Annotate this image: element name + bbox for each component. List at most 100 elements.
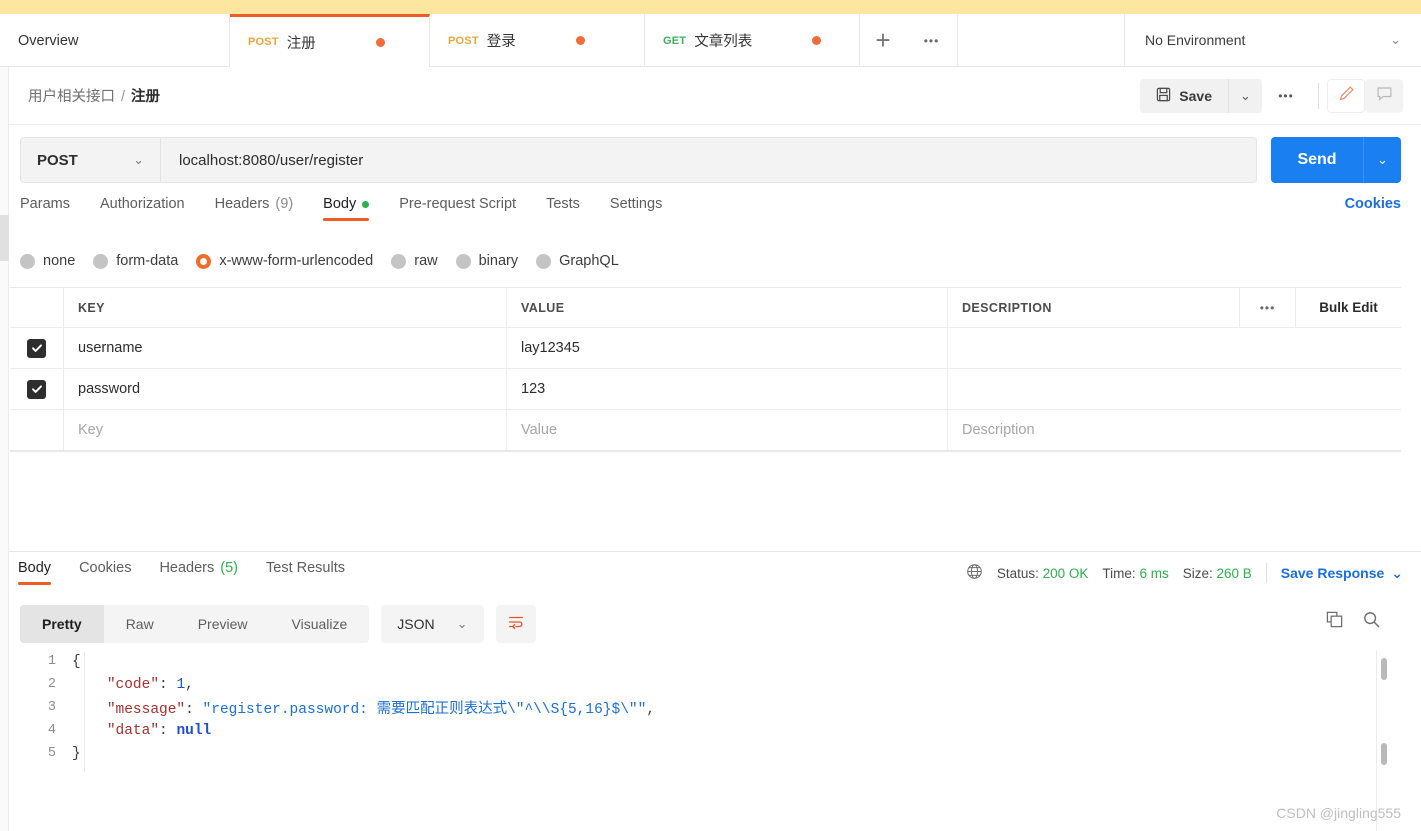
table-row[interactable]: username lay12345 xyxy=(10,328,1401,369)
response-tab-headers-count: (5) xyxy=(220,560,238,576)
code-token: { xyxy=(72,653,81,670)
request-tab-headers[interactable]: Headers (9) xyxy=(215,196,294,221)
response-tab-cookies-label: Cookies xyxy=(79,560,132,576)
line-number: 2 xyxy=(47,677,56,692)
wrap-lines-button[interactable] xyxy=(495,605,536,643)
breadcrumb-parent[interactable]: 用户相关接口 xyxy=(28,89,115,105)
view-mode-raw[interactable]: Raw xyxy=(104,605,176,643)
url-input[interactable]: localhost:8080/user/register xyxy=(160,137,1257,183)
http-method-selector[interactable]: POST ⌄ xyxy=(20,137,160,183)
row-checkbox-cell xyxy=(10,328,64,368)
code-token: null xyxy=(176,722,212,739)
line-number: 1 xyxy=(47,654,56,669)
request-tab-body[interactable]: Body xyxy=(323,196,370,221)
request-tab-tests[interactable]: Tests xyxy=(546,196,580,221)
body-type-raw-label: raw xyxy=(414,253,438,269)
view-mode-pretty[interactable]: Pretty xyxy=(20,605,104,643)
sidebar-scrollbar-thumb[interactable] xyxy=(0,215,9,261)
save-response-button[interactable]: Save Response ⌄ xyxy=(1281,565,1403,582)
code-text: { xyxy=(72,654,81,670)
tab-article-list[interactable]: GET 文章列表 xyxy=(645,14,860,67)
breadcrumb-separator: / xyxy=(121,89,126,105)
response-body-code[interactable]: 1 { 2 "code": 1, 3 "message": "register.… xyxy=(0,650,1421,831)
body-type-binary[interactable]: binary xyxy=(455,253,518,269)
row-description-cell[interactable] xyxy=(948,369,1401,409)
response-format-selector[interactable]: JSON ⌄ xyxy=(381,605,484,643)
body-type-graphql[interactable]: GraphQL xyxy=(536,253,619,269)
code-line: 1 { xyxy=(0,650,1421,673)
response-tab-headers[interactable]: Headers (5) xyxy=(159,560,238,585)
copy-button[interactable] xyxy=(1325,610,1344,634)
code-text: } xyxy=(72,746,81,762)
radio-icon xyxy=(93,253,109,269)
request-tab-settings-label: Settings xyxy=(609,196,663,212)
row-description-cell[interactable] xyxy=(948,328,1401,368)
table-header-row: KEY VALUE DESCRIPTION ••• Bulk Edit xyxy=(10,288,1401,328)
tab-register[interactable]: POST 注册 xyxy=(230,14,430,68)
response-scrollbar-thumb[interactable] xyxy=(1381,658,1387,680)
status-value: 200 OK xyxy=(1042,565,1089,581)
body-type-raw[interactable]: raw xyxy=(391,253,438,269)
environment-selector[interactable]: No Environment ⌄ xyxy=(1125,14,1421,66)
search-button[interactable] xyxy=(1362,610,1381,634)
body-type-form-data[interactable]: form-data xyxy=(93,253,178,269)
line-number: 5 xyxy=(47,746,56,761)
request-tab-settings[interactable]: Settings xyxy=(610,196,662,221)
time-value: 6 ms xyxy=(1139,565,1169,581)
send-options-button[interactable]: ⌄ xyxy=(1363,137,1401,183)
body-params-table: KEY VALUE DESCRIPTION ••• Bulk Edit user… xyxy=(10,287,1401,452)
row-checkbox-checked[interactable] xyxy=(27,338,46,358)
row-value-cell[interactable]: 123 xyxy=(507,369,948,409)
row-value-cell[interactable]: lay12345 xyxy=(507,328,948,368)
comments-button[interactable] xyxy=(1365,78,1403,113)
view-mode-visualize[interactable]: Visualize xyxy=(270,605,370,643)
new-row-description-placeholder: Description xyxy=(962,422,1035,438)
request-tab-authorization[interactable]: Authorization xyxy=(100,196,185,221)
new-row-value-input[interactable]: Value xyxy=(507,410,948,450)
body-type-none[interactable]: none xyxy=(20,253,75,269)
size-value: 260 B xyxy=(1216,565,1252,581)
request-tab-pre-request-script[interactable]: Pre-request Script xyxy=(399,196,516,221)
response-tab-cookies[interactable]: Cookies xyxy=(79,560,131,585)
row-checkbox-cell xyxy=(10,369,64,409)
row-checkbox-checked[interactable] xyxy=(27,379,46,399)
table-header-key: KEY xyxy=(64,288,507,327)
save-button[interactable]: Save xyxy=(1140,78,1228,113)
request-more-options-icon[interactable]: ••• xyxy=(1262,79,1310,113)
row-key-cell[interactable]: password xyxy=(64,369,507,409)
new-tab-button[interactable]: + xyxy=(860,14,906,67)
bulk-edit-button[interactable]: Bulk Edit xyxy=(1296,288,1401,327)
request-tab-params[interactable]: Params xyxy=(20,196,70,221)
cookies-link[interactable]: Cookies xyxy=(1345,196,1401,212)
tab-overview-label: Overview xyxy=(18,32,79,49)
new-row-description-input[interactable]: Description xyxy=(948,410,1401,450)
chevron-down-icon: ⌄ xyxy=(133,152,144,167)
save-options-button[interactable]: ⌄ xyxy=(1228,78,1262,113)
table-row-empty[interactable]: Key Value Description xyxy=(10,410,1401,451)
table-options-icon[interactable]: ••• xyxy=(1240,288,1296,327)
body-type-x-www-form-urlencoded[interactable]: x-www-form-urlencoded xyxy=(196,253,373,269)
new-row-key-input[interactable]: Key xyxy=(64,410,507,450)
row-value-text: lay12345 xyxy=(521,340,580,356)
response-tab-body[interactable]: Body xyxy=(18,560,52,585)
edit-pencil-button[interactable] xyxy=(1327,78,1365,113)
row-key-cell[interactable]: username xyxy=(64,328,507,368)
code-token: "data" xyxy=(106,722,160,739)
radio-selected-icon xyxy=(196,253,212,269)
tab-bar: Overview POST 注册 POST 登录 GET 文章列表 + ••• … xyxy=(0,14,1421,68)
response-tab-test-results-label: Test Results xyxy=(266,560,345,576)
tab-overview[interactable]: Overview xyxy=(0,14,230,67)
response-scrollbar-thumb-secondary[interactable] xyxy=(1381,743,1387,765)
tab-login[interactable]: POST 登录 xyxy=(430,14,645,67)
body-present-icon xyxy=(362,200,370,208)
send-button[interactable]: Send xyxy=(1271,137,1363,183)
row-checkbox-cell-empty xyxy=(10,410,64,450)
response-tab-test-results[interactable]: Test Results xyxy=(266,560,345,585)
tab-options-icon[interactable]: ••• xyxy=(906,14,958,67)
response-divider xyxy=(0,551,1421,552)
view-mode-preview[interactable]: Preview xyxy=(176,605,270,643)
table-row[interactable]: password 123 xyxy=(10,369,1401,410)
code-token: : xyxy=(159,722,177,739)
tab-article-list-label: 文章列表 xyxy=(694,34,753,50)
